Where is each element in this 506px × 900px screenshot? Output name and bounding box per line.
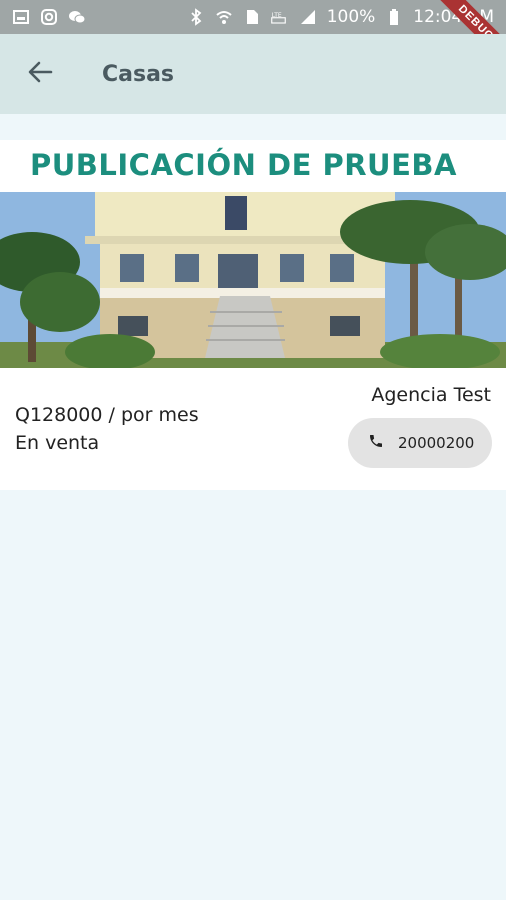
arrow-back-icon bbox=[27, 59, 53, 90]
instagram-icon bbox=[40, 8, 58, 26]
lte-icon: LTE bbox=[270, 8, 289, 26]
signal-icon bbox=[299, 8, 317, 26]
app-bar: Casas bbox=[0, 34, 506, 114]
wechat-icon bbox=[68, 8, 86, 26]
status-left bbox=[12, 8, 86, 26]
listing-status: En venta bbox=[15, 432, 100, 454]
wifi-icon bbox=[215, 8, 233, 26]
back-button[interactable] bbox=[20, 54, 60, 94]
house-photo bbox=[0, 192, 506, 368]
battery-icon bbox=[385, 8, 403, 26]
phone-number: 20000200 bbox=[398, 434, 475, 452]
call-phone-button[interactable]: 20000200 bbox=[348, 418, 492, 468]
page-title: Casas bbox=[102, 61, 175, 87]
battery-percent: 100% bbox=[326, 7, 376, 27]
image-notification-icon bbox=[12, 8, 30, 26]
listing-price: Q128000 / por mes bbox=[15, 404, 199, 426]
bluetooth-icon bbox=[187, 8, 205, 26]
listing-title: PUBLICACIÓN DE PRUEBA bbox=[30, 148, 457, 182]
listing-card[interactable]: PUBLICACIÓN DE PRUEBA Agencia Test Q1280… bbox=[0, 140, 506, 490]
sim-icon bbox=[243, 8, 261, 26]
agency-name: Agencia Test bbox=[371, 384, 491, 406]
phone-icon bbox=[368, 433, 384, 454]
status-bar: LTE 100% 12:04 AM DEBUG bbox=[0, 0, 506, 72]
status-right: LTE 100% 12:04 AM bbox=[187, 7, 494, 27]
